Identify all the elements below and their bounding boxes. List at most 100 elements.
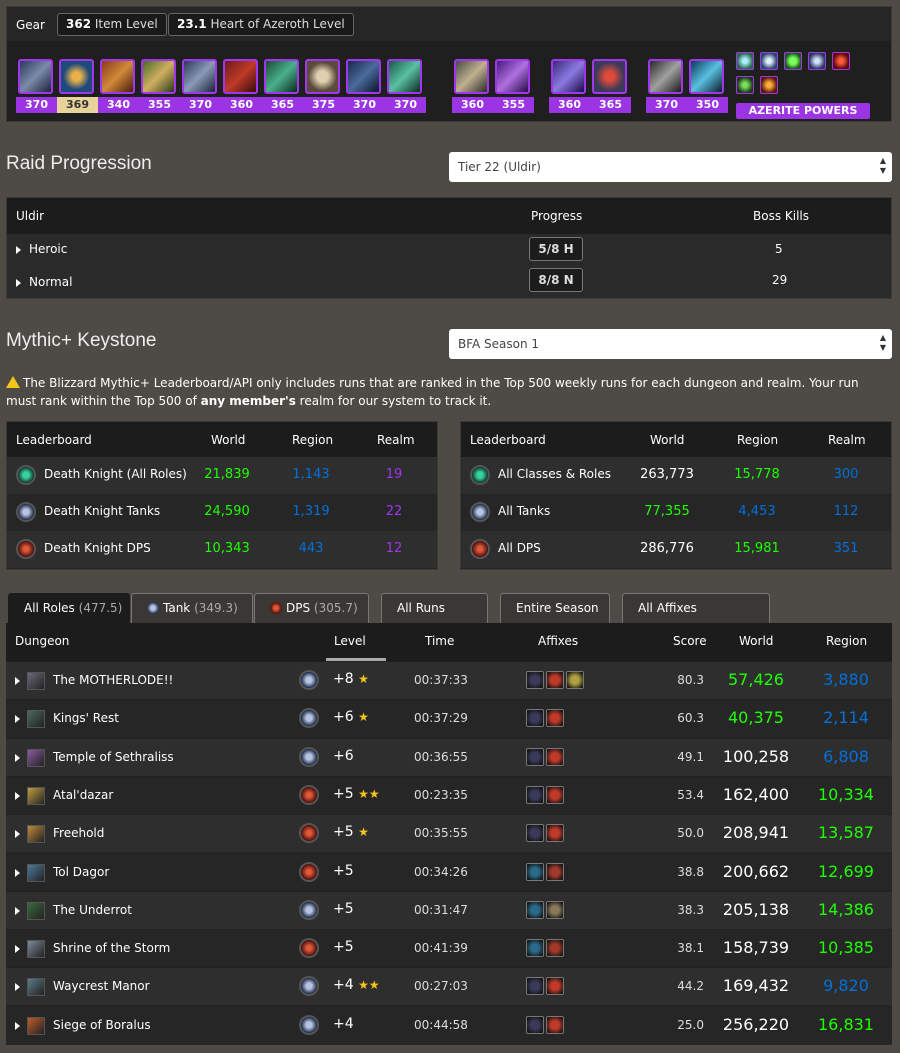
gear-slot-wrist[interactable]: 360 bbox=[221, 59, 262, 119]
expand-arrow-icon[interactable] bbox=[15, 868, 20, 877]
azerite-power-icon[interactable] bbox=[784, 52, 802, 70]
dungeon-name[interactable]: Tol Dagor bbox=[53, 865, 109, 879]
azerite-power-icon[interactable] bbox=[760, 76, 778, 94]
dungeon-name[interactable]: The MOTHERLODE!! bbox=[53, 673, 173, 687]
column-header-score[interactable]: Score bbox=[673, 634, 707, 648]
run-row[interactable]: Siege of Boralus +4 00:44:58 25.0 256,22… bbox=[6, 1005, 892, 1044]
affix-icon[interactable] bbox=[546, 862, 564, 881]
season-select[interactable]: BFA Season 1 ▲ ▼ bbox=[449, 329, 892, 359]
affix-icon[interactable] bbox=[546, 1015, 564, 1034]
gear-slot-head[interactable]: 370 bbox=[16, 59, 57, 119]
expand-arrow-icon[interactable] bbox=[15, 715, 20, 724]
gear-slot-waist[interactable]: 375 bbox=[303, 59, 344, 119]
column-header-region[interactable]: Region bbox=[826, 634, 867, 648]
affix-icon[interactable] bbox=[546, 900, 564, 919]
tab-all-runs[interactable]: All Runs bbox=[381, 593, 488, 624]
leaderboard-row[interactable]: All DPS 286,776 15,981 351 bbox=[461, 531, 891, 568]
azerite-power-icon[interactable] bbox=[736, 52, 754, 70]
gear-slot-neck[interactable]: 369 bbox=[57, 59, 98, 119]
tab-dps[interactable]: DPS (305.7) bbox=[254, 593, 369, 624]
gear-slot-cloak[interactable]: 355 bbox=[139, 59, 180, 119]
expand-arrow-icon[interactable] bbox=[15, 791, 20, 800]
dungeon-name[interactable]: Freehold bbox=[53, 826, 104, 840]
affix-icon[interactable] bbox=[526, 1015, 544, 1034]
column-header-world[interactable]: World bbox=[739, 634, 773, 648]
affix-icon[interactable] bbox=[526, 709, 544, 728]
gear-slot-hands[interactable]: 365 bbox=[262, 59, 303, 119]
affix-icon[interactable] bbox=[546, 939, 564, 958]
column-header-dungeon[interactable]: Dungeon bbox=[15, 634, 69, 648]
column-header-level[interactable]: Level bbox=[334, 634, 366, 648]
azerite-power-icon[interactable] bbox=[760, 52, 778, 70]
affix-icon[interactable] bbox=[526, 900, 544, 919]
azerite-power-icon[interactable] bbox=[808, 52, 826, 70]
run-row[interactable]: Tol Dagor +5 00:34:26 38.8 200,662 12,69… bbox=[6, 852, 892, 891]
gear-slot-shoulder[interactable]: 340 bbox=[98, 59, 139, 119]
run-row[interactable]: Freehold +5 ★ 00:35:55 50.0 208,941 13,5… bbox=[6, 814, 892, 853]
dungeon-name[interactable]: Siege of Boralus bbox=[53, 1018, 151, 1032]
affix-icon[interactable] bbox=[566, 671, 584, 689]
expand-arrow-icon[interactable] bbox=[15, 830, 20, 839]
run-row[interactable]: Temple of Sethraliss +6 00:36:55 49.1 10… bbox=[6, 737, 892, 776]
run-row[interactable]: Atal'dazar +5 ★★ 00:23:35 53.4 162,400 1… bbox=[6, 775, 892, 814]
dungeon-name[interactable]: Kings' Rest bbox=[53, 711, 119, 725]
leaderboard-row[interactable]: Death Knight (All Roles) 21,839 1,143 19 bbox=[7, 457, 437, 494]
affix-icon[interactable] bbox=[526, 785, 544, 804]
tab-all-roles[interactable]: All Roles (477.5) bbox=[8, 593, 130, 624]
azerite-powers[interactable]: AZERITE POWERS bbox=[736, 52, 870, 119]
affix-icon[interactable] bbox=[546, 977, 564, 996]
tab-entire-season[interactable]: Entire Season bbox=[500, 593, 610, 624]
gear-slot-ring2[interactable]: 355 bbox=[493, 59, 534, 119]
dungeon-name[interactable]: Waycrest Manor bbox=[53, 979, 150, 993]
dungeon-name[interactable]: Temple of Sethraliss bbox=[53, 750, 174, 764]
tab-label: All Roles bbox=[24, 601, 75, 615]
run-score: 60.3 bbox=[677, 711, 704, 726]
affix-icon[interactable] bbox=[526, 862, 544, 881]
affix-icon[interactable] bbox=[546, 785, 564, 804]
run-row[interactable]: The MOTHERLODE!! +8 ★ 00:37:33 80.3 57,4… bbox=[6, 661, 892, 699]
raid-tier-select[interactable]: Tier 22 (Uldir) ▲ ▼ bbox=[449, 152, 892, 182]
column-header-time[interactable]: Time bbox=[425, 634, 454, 648]
expand-arrow-icon[interactable] bbox=[15, 677, 20, 685]
dungeon-name[interactable]: Shrine of the Storm bbox=[53, 941, 170, 955]
run-row[interactable]: Waycrest Manor +4 ★★ 00:27:03 44.2 169,4… bbox=[6, 967, 892, 1006]
affix-icon[interactable] bbox=[526, 939, 544, 958]
gear-slot-chest[interactable]: 370 bbox=[180, 59, 221, 119]
gear-slot-mainhand[interactable]: 370 bbox=[646, 59, 687, 119]
azerite-power-icon[interactable] bbox=[832, 52, 850, 70]
affix-icon[interactable] bbox=[526, 824, 544, 843]
azerite-power-icon[interactable] bbox=[736, 76, 754, 94]
expand-arrow-icon[interactable] bbox=[15, 1021, 20, 1030]
gear-slot-trinket1[interactable]: 360 bbox=[549, 59, 590, 119]
gear-slot-feet[interactable]: 370 bbox=[385, 59, 426, 119]
raid-row-heroic[interactable]: Heroic 5/8 H 5 bbox=[7, 233, 891, 266]
gear-slot-legs[interactable]: 370 bbox=[344, 59, 385, 119]
dungeon-name[interactable]: The Underrot bbox=[53, 903, 132, 917]
affix-icon[interactable] bbox=[546, 709, 564, 728]
tab-all-affixes[interactable]: All Affixes bbox=[622, 593, 770, 624]
expand-arrow-icon[interactable] bbox=[15, 945, 20, 954]
expand-arrow-icon[interactable] bbox=[15, 906, 20, 915]
expand-arrow-icon[interactable] bbox=[15, 753, 20, 762]
leaderboard-row[interactable]: Death Knight DPS 10,343 443 12 bbox=[7, 531, 437, 568]
affix-icon[interactable] bbox=[546, 747, 564, 766]
gear-slot-trinket2[interactable]: 365 bbox=[590, 59, 631, 119]
dungeon-name[interactable]: Atal'dazar bbox=[53, 788, 113, 802]
tab-tank[interactable]: Tank (349.3) bbox=[131, 593, 253, 624]
affix-icon[interactable] bbox=[526, 671, 544, 689]
run-row[interactable]: Shrine of the Storm +5 00:41:39 38.1 158… bbox=[6, 929, 892, 967]
gear-slot-offhand[interactable]: 350 bbox=[687, 59, 728, 119]
affix-icon[interactable] bbox=[546, 824, 564, 843]
affix-icon[interactable] bbox=[526, 747, 544, 766]
leaderboard-row[interactable]: All Classes & Roles 263,773 15,778 300 bbox=[461, 457, 891, 494]
affix-icon[interactable] bbox=[526, 977, 544, 996]
raid-row-normal[interactable]: Normal 8/8 N 29 bbox=[7, 266, 891, 299]
leaderboard-row[interactable]: Death Knight Tanks 24,590 1,319 22 bbox=[7, 494, 437, 531]
leaderboard-row[interactable]: All Tanks 77,355 4,453 112 bbox=[461, 494, 891, 531]
affix-icon[interactable] bbox=[546, 671, 564, 689]
expand-arrow-icon[interactable] bbox=[15, 983, 20, 992]
run-row[interactable]: Kings' Rest +6 ★ 00:37:29 60.3 40,375 2,… bbox=[6, 699, 892, 737]
keystone-level-value: +5 bbox=[333, 824, 354, 841]
gear-slot-ring1[interactable]: 360 bbox=[452, 59, 493, 119]
run-row[interactable]: The Underrot +5 00:31:47 38.3 205,138 14… bbox=[6, 890, 892, 929]
